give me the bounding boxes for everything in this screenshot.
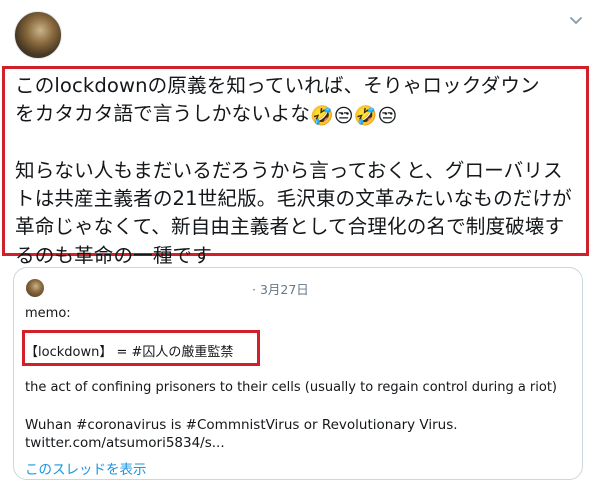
- tweet-line-1: このlockdownの原義を知っていれば、そりゃロックダウン: [15, 74, 540, 97]
- quoted-tweet-card[interactable]: · 3月27日 memo: 【lockdown】 = #囚人の厳重監禁 the …: [13, 267, 583, 480]
- tweet-paragraph-2: 知らない人もまだいるだろうから言っておくと、グローバリストは共産主義者の21世紀…: [15, 158, 572, 267]
- show-thread-link[interactable]: このスレッドを表示: [25, 458, 147, 478]
- tweet-line-2: をカタカタ語で言うしかないよな: [15, 102, 311, 126]
- quoted-wuhan-text: Wuhan #coronavirus is #CommnistVirus or …: [25, 417, 458, 433]
- lockdown-definition-line: 【lockdown】 = #囚人の厳重監禁: [25, 345, 234, 360]
- quoted-user-avatar: [26, 279, 44, 297]
- rofl-emoji: 🤣: [353, 105, 378, 128]
- quoted-link[interactable]: twitter.com/atsumori5834/s...: [25, 435, 225, 451]
- tweet-text-highlight: このlockdownの原義を知っていれば、そりゃロックダウン をカタカタ語で言う…: [2, 66, 589, 267]
- chevron-down-icon: [570, 17, 582, 24]
- unamused-emoji: 😒: [377, 105, 398, 128]
- quoted-memo-label: memo:: [25, 306, 71, 321]
- quoted-tweet-date[interactable]: · 3月27日: [252, 279, 309, 298]
- avatar[interactable]: [14, 11, 62, 59]
- unamused-emoji: 😒: [333, 105, 354, 128]
- rofl-emoji: 🤣: [310, 105, 334, 128]
- quoted-definition-text: the act of confining prisoners to their …: [25, 380, 558, 395]
- tweet-menu-button[interactable]: [566, 10, 586, 30]
- tweet-text: このlockdownの原義を知っていれば、そりゃロックダウン をカタカタ語で言う…: [15, 72, 580, 270]
